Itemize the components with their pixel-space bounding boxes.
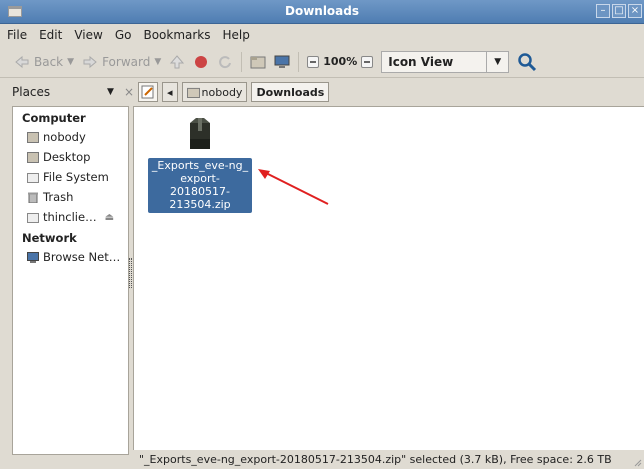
network-icon [27,251,39,263]
trash-icon [28,192,38,203]
minimize-button[interactable]: – [596,4,610,18]
zoom-level: 100% [323,55,358,68]
view-mode-value: Icon View [388,54,454,69]
chevron-down-icon: ▼ [486,51,508,72]
home-folder-icon[interactable] [250,54,266,70]
file-name-line: _Exports_eve-ng_ [151,159,249,172]
path-scroll-left-button[interactable]: ◂ [162,82,178,102]
menu-bar: File Edit View Go Bookmarks Help [0,24,644,46]
sidebar-item-trash[interactable]: Trash [13,187,128,207]
sidebar-item-label: thinclie… [43,210,97,224]
desktop-folder-icon [27,151,39,163]
back-label: Back [34,54,64,69]
zoom-in-icon[interactable] [361,55,374,68]
back-dropdown-icon[interactable]: ▼ [67,57,74,67]
sidebar-item-file-system[interactable]: File System [13,167,128,187]
forward-button[interactable]: Forward ▼ [82,54,161,70]
edit-location-button[interactable] [138,82,158,102]
title-bar: Downloads – □ × [0,0,644,24]
sidebar-header: Places ▼ × [12,81,134,103]
file-item[interactable]: _Exports_eve-ng_ export-20180517- 213504… [148,117,252,213]
archive-icon [190,118,210,149]
maximize-button[interactable]: □ [612,4,626,18]
file-name-label: _Exports_eve-ng_ export-20180517- 213504… [148,158,252,213]
view-mode-select[interactable]: Icon View ▼ [381,50,510,73]
home-folder-icon [27,131,39,143]
drive-icon [27,212,39,223]
sidebar-item-label: File System [43,170,109,184]
window-title: Downloads [284,4,360,18]
file-name-line: export-20180517- [170,172,230,198]
breadcrumb-label: Downloads [256,85,325,99]
sidebar-item-nobody[interactable]: nobody [13,127,128,147]
sidebar-item-label: Desktop [43,150,91,164]
sidebar-section-network: Network [22,231,77,245]
sidebar: Computer nobody Desktop File System Tras… [12,106,129,455]
places-dropdown-icon[interactable]: ▼ [107,87,114,97]
breadcrumb-downloads[interactable]: Downloads [251,82,330,102]
home-folder-icon [186,87,200,98]
toolbar: Back ▼ Forward ▼ 100% Icon View ▼ [0,46,644,78]
close-button[interactable]: × [628,4,642,18]
computer-icon[interactable] [274,54,290,70]
back-arrow-icon [15,55,29,68]
sidebar-close-icon[interactable]: × [124,85,134,99]
sidebar-item-desktop[interactable]: Desktop [13,147,128,167]
file-view[interactable]: _Exports_eve-ng_ export-20180517- 213504… [133,106,644,450]
menu-view[interactable]: View [73,28,103,42]
breadcrumb-nobody[interactable]: nobody [181,82,248,102]
menu-go[interactable]: Go [114,28,133,42]
sidebar-item-label: nobody [43,130,86,144]
back-button[interactable]: Back ▼ [14,54,74,70]
breadcrumb-label: nobody [201,85,243,99]
pane-resize-handle[interactable] [129,258,132,288]
forward-label: Forward [102,54,151,69]
menu-bookmarks[interactable]: Bookmarks [142,28,211,42]
status-bar: "_Exports_eve-ng_export-20180517-213504.… [133,450,644,469]
places-selector[interactable]: Places [12,85,107,99]
menu-help[interactable]: Help [222,28,251,42]
menu-file[interactable]: File [6,28,28,42]
sidebar-item-browse-network[interactable]: Browse Net… [13,247,128,267]
sidebar-item-label: Trash [43,190,74,204]
zoom-out-icon[interactable] [307,55,320,68]
menu-edit[interactable]: Edit [38,28,63,42]
status-text: "_Exports_eve-ng_export-20180517-213504.… [139,453,612,466]
resize-grip-icon[interactable] [632,457,642,467]
toolbar-separator [298,51,300,72]
file-name-line: 213504.zip [169,198,231,211]
sidebar-item-thinclient[interactable]: thinclie… ⏏ [13,207,128,227]
annotation-arrow [258,169,329,205]
sidebar-section-computer: Computer [22,111,86,125]
zoom-control: 100% [307,55,374,68]
drive-icon [27,172,39,183]
forward-dropdown-icon[interactable]: ▼ [154,57,161,67]
search-icon[interactable] [517,52,537,72]
forward-arrow-icon [83,55,97,68]
toolbar-separator [241,51,243,72]
stop-icon[interactable] [193,54,209,70]
up-arrow-icon[interactable] [169,54,185,70]
eject-icon[interactable]: ⏏ [105,212,114,223]
pencil-icon [141,85,154,99]
sidebar-item-label: Browse Net… [43,250,121,264]
location-bar: ◂ nobody Downloads [138,80,330,104]
reload-icon[interactable] [217,54,233,70]
